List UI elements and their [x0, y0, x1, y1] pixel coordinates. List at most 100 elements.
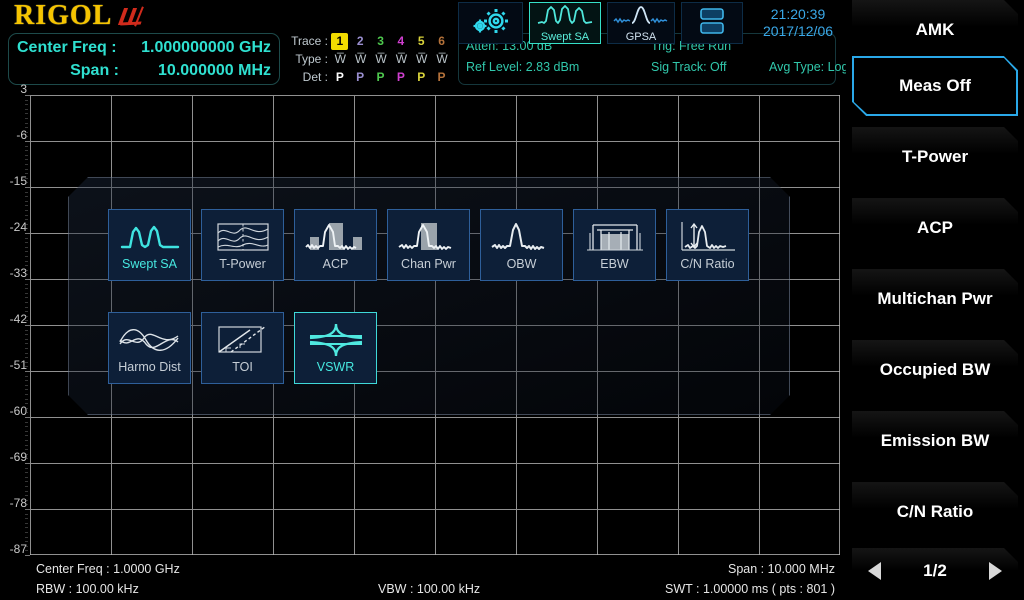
- meas-tile-label: C/N Ratio: [680, 257, 735, 271]
- meas-tile-acp[interactable]: ACP: [294, 209, 377, 281]
- span-value[interactable]: 10.000000 MHz: [9, 59, 271, 83]
- triangle-right-icon[interactable]: [988, 562, 1002, 580]
- meas-tile-label: Harmo Dist: [118, 360, 181, 374]
- y-tick-label: -42: [9, 312, 27, 326]
- clock-time: 21:20:39: [770, 6, 826, 22]
- ref-level-status: Ref Level: 2.83 dBm: [466, 60, 580, 74]
- softkey-occupied-bw[interactable]: Occupied BW: [852, 340, 1018, 400]
- y-tick-label: -60: [9, 404, 27, 418]
- softkey-amk[interactable]: AMK: [852, 0, 1018, 60]
- meas-tile-label: Swept SA: [122, 257, 177, 271]
- brand-name: RIGOL: [14, 0, 113, 31]
- trace-number-1[interactable]: 1: [331, 33, 349, 50]
- gears-icon: [469, 6, 513, 41]
- occupied-bandwidth-icon: [490, 216, 553, 258]
- window-tile-icon: [692, 5, 732, 42]
- trace-number-5[interactable]: 5: [413, 33, 430, 50]
- meas-tile-harmo-dist[interactable]: Harmo Dist: [108, 312, 191, 384]
- meas-tile-label: OBW: [506, 257, 537, 271]
- trace-row-detectors: Det : P P P P P P: [286, 69, 450, 86]
- third-order-intercept-icon: [214, 319, 272, 361]
- meas-tile-label: TOI: [232, 360, 253, 374]
- softkey-menu: AMK Meas Off T-Power ACP Multichan Pwr O…: [846, 0, 1024, 600]
- clock: 21:20:39 2017/12/06: [755, 6, 841, 40]
- meas-tile-vswr[interactable]: VSWR: [294, 312, 377, 384]
- y-tick-label: -69: [9, 450, 27, 464]
- swept-sa-mode-label: Swept SA: [540, 30, 590, 43]
- trace-type-1: W̅: [334, 52, 346, 66]
- softkey-label: ACP: [917, 218, 953, 237]
- softkey-label: T-Power: [901, 147, 969, 166]
- footer-center-freq: Center Freq : 1.0000 GHz: [36, 562, 180, 576]
- softkey-emission-bw[interactable]: Emission BW: [852, 411, 1018, 471]
- softkey-label: Meas Off: [899, 76, 971, 95]
- trace-row-numbers: Trace : 1 2 3 4 5 6: [286, 33, 450, 50]
- softkey-multichan-pwr[interactable]: Multichan Pwr: [852, 269, 1018, 329]
- trace-number-4[interactable]: 4: [392, 33, 409, 50]
- footer-rbw: RBW : 100.00 kHz: [36, 582, 139, 596]
- meas-tile-cn-ratio[interactable]: C/N Ratio: [666, 209, 749, 281]
- clock-date: 2017/12/06: [762, 23, 834, 39]
- softkey-label: C/N Ratio: [896, 502, 974, 521]
- trace-det-4: P: [396, 70, 405, 84]
- meas-tile-ebw[interactable]: EBW: [573, 209, 656, 281]
- meas-tile-toi[interactable]: TOI: [201, 312, 284, 384]
- softkey-label: Emission BW: [880, 431, 990, 450]
- plot-grid-bottom-edge: [30, 554, 840, 555]
- type-label: Type :: [295, 52, 328, 66]
- footer-span: Span : 10.000 MHz: [727, 562, 835, 576]
- softkey-cn-ratio[interactable]: C/N Ratio: [852, 482, 1018, 542]
- center-freq-value[interactable]: 1.000000000 GHz: [9, 36, 271, 60]
- softkey-label: Multichan Pwr: [877, 289, 993, 308]
- spectrum-icon: [537, 4, 593, 31]
- gpsa-mode-label: GPSA: [625, 30, 657, 43]
- trace-type-6: W̅: [436, 52, 447, 66]
- footer-vbw: VBW : 100.00 kHz: [378, 582, 481, 596]
- emission-bandwidth-icon: [585, 216, 645, 258]
- trace-number-6[interactable]: 6: [433, 33, 450, 50]
- y-tick-label: -6: [16, 128, 27, 142]
- softkey-t-power[interactable]: T-Power: [852, 127, 1018, 187]
- y-tick-label: -51: [9, 358, 27, 372]
- meas-tile-chan-pwr[interactable]: Chan Pwr: [387, 209, 470, 281]
- settings-button[interactable]: [458, 2, 523, 44]
- det-label: Det :: [302, 70, 328, 84]
- spectrum-analyzer-screen: RIGOL Center Freq : 1.000000000 GHz Span…: [0, 0, 1024, 600]
- trace-det-5: P: [417, 70, 426, 84]
- gpsa-mode-button[interactable]: GPSA: [607, 2, 675, 44]
- footer-status-bar: Center Freq : 1.0000 GHz Span : 10.000 M…: [0, 558, 845, 600]
- gpsa-icon: [613, 4, 669, 31]
- harmonic-distortion-icon: [118, 319, 182, 361]
- trace-type-4: W̅: [395, 52, 407, 66]
- swept-sa-mode-button[interactable]: Swept SA: [529, 2, 601, 44]
- frequency-panel: Center Freq : 1.000000000 GHz Span : 10.…: [8, 33, 280, 85]
- trace-det-3: P: [376, 70, 385, 84]
- meas-tile-t-power[interactable]: T-Power: [201, 209, 284, 281]
- trace-type-3: W̅: [375, 52, 386, 66]
- spectrum-peaks-icon: [120, 216, 180, 258]
- trace-number-3[interactable]: 3: [372, 33, 389, 50]
- meas-tile-obw[interactable]: OBW: [480, 209, 563, 281]
- softkey-meas-off[interactable]: Meas Off: [852, 56, 1018, 116]
- sig-track-status: Sig Track: Off: [651, 60, 727, 74]
- softkey-label: Occupied BW: [879, 360, 991, 379]
- trace-type-2: W̅: [355, 52, 366, 66]
- trace-number-2[interactable]: 2: [352, 33, 369, 50]
- triangle-left-icon[interactable]: [868, 562, 881, 580]
- channel-power-icon: [397, 216, 460, 258]
- window-layout-button[interactable]: [681, 2, 743, 44]
- time-power-icon: [214, 216, 272, 258]
- trace-panel: Trace : 1 2 3 4 5 6 Type : W̅ W̅ W̅ W̅ W…: [286, 33, 456, 87]
- y-tick-label: -87: [9, 542, 27, 556]
- softkey-acp[interactable]: ACP: [852, 198, 1018, 258]
- y-tick-label: -15: [9, 174, 27, 188]
- avg-type-status: Avg Type: Log: [769, 60, 849, 74]
- trace-det-6: P: [437, 70, 446, 84]
- rigol-logo: RIGOL: [14, 0, 145, 31]
- header-bar: RIGOL Center Freq : 1.000000000 GHz Span…: [0, 0, 849, 92]
- meas-tile-swept-sa[interactable]: Swept SA: [108, 209, 191, 281]
- y-tick-label: 3: [20, 82, 27, 96]
- y-tick-label: -24: [9, 220, 27, 234]
- adjacent-channel-icon: [304, 216, 367, 258]
- meas-tile-label: EBW: [600, 257, 629, 271]
